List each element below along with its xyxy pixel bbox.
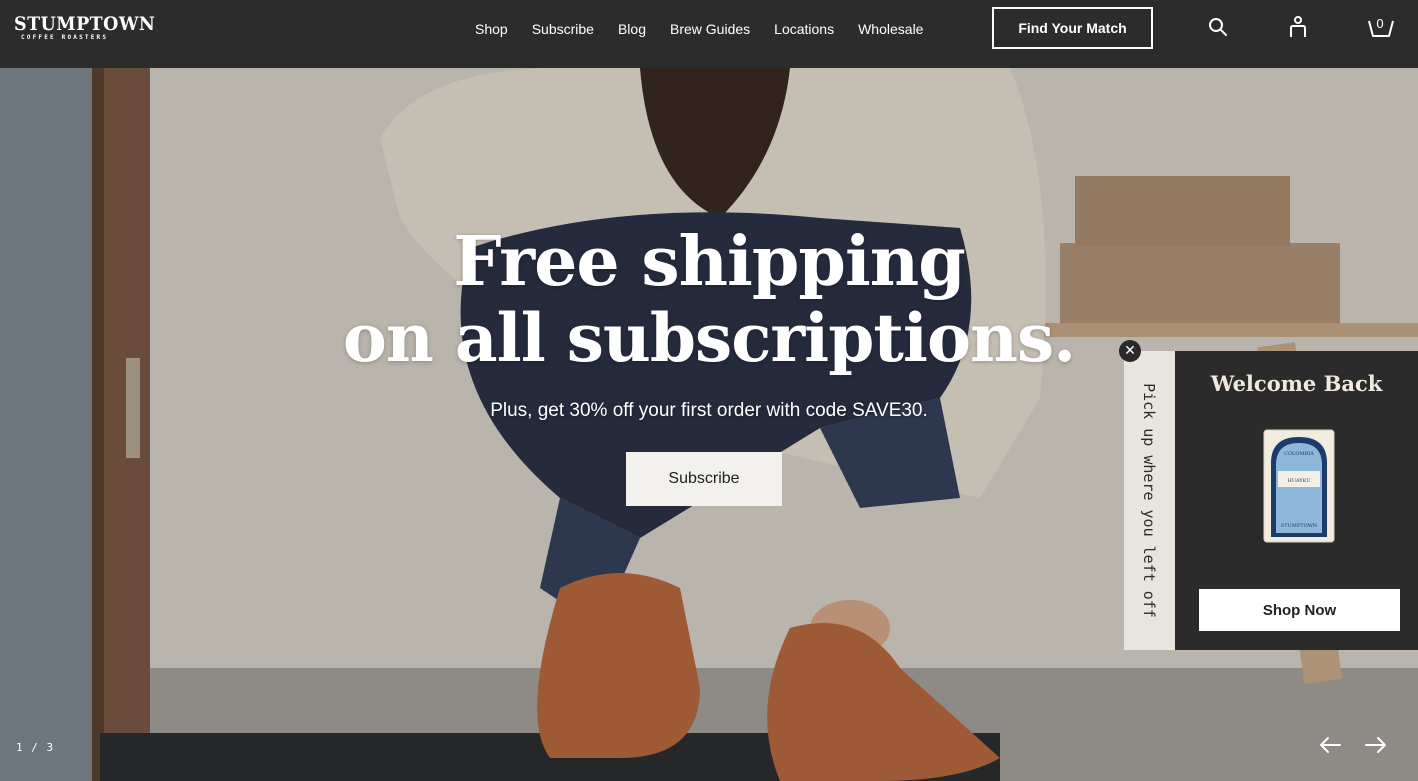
find-your-match-button[interactable]: Find Your Match bbox=[992, 7, 1153, 49]
nav-item-wholesale[interactable]: Wholesale bbox=[858, 20, 923, 38]
hero-subscribe-button[interactable]: Subscribe bbox=[626, 452, 782, 506]
logo-wordmark: STUMPTOWN bbox=[14, 13, 156, 35]
nav-item-blog[interactable]: Blog bbox=[618, 20, 646, 38]
hero-title-line-1: Free shipping bbox=[453, 222, 966, 302]
close-icon[interactable]: ✕ bbox=[1119, 340, 1141, 362]
cart-count-badge: 0 bbox=[1376, 16, 1384, 31]
arrow-left-icon[interactable] bbox=[1318, 735, 1342, 760]
bag-label-name: HUAYKU bbox=[1288, 478, 1311, 484]
account-icon[interactable] bbox=[1289, 16, 1307, 38]
shop-now-button[interactable]: Shop Now bbox=[1199, 589, 1400, 631]
popup-side-tab[interactable]: Pick up where you left off bbox=[1124, 351, 1175, 650]
nav-item-subscribe[interactable]: Subscribe bbox=[532, 20, 594, 38]
arrow-right-icon[interactable] bbox=[1364, 735, 1388, 760]
nav-item-shop[interactable]: Shop bbox=[475, 20, 508, 38]
cart-icon[interactable]: 0 bbox=[1367, 15, 1395, 39]
slide-counter: 1 / 3 bbox=[16, 741, 55, 754]
bag-label-brand: STUMPTOWN bbox=[1281, 523, 1318, 529]
stumptown-logo[interactable]: STUMPTOWN COFFEE ROASTERS bbox=[14, 13, 156, 44]
main-nav: Shop Subscribe Blog Brew Guides Location… bbox=[475, 20, 947, 38]
welcome-back-popup: Welcome Back COLOMBIA HUAYKU STUMPTOWN S… bbox=[1175, 351, 1418, 650]
search-icon[interactable] bbox=[1208, 17, 1228, 37]
coffee-bag-image: COLOMBIA HUAYKU STUMPTOWN bbox=[1263, 429, 1335, 548]
logo-tagline: COFFEE ROASTERS bbox=[21, 34, 109, 41]
nav-item-locations[interactable]: Locations bbox=[774, 20, 834, 38]
popup-tab-label: Pick up where you left off bbox=[1140, 383, 1159, 618]
popup-title: Welcome Back bbox=[1210, 371, 1383, 396]
nav-item-brew-guides[interactable]: Brew Guides bbox=[670, 20, 750, 38]
site-header: STUMPTOWN COFFEE ROASTERS Shop Subscribe… bbox=[0, 0, 1418, 68]
bag-label-origin: COLOMBIA bbox=[1284, 451, 1314, 457]
